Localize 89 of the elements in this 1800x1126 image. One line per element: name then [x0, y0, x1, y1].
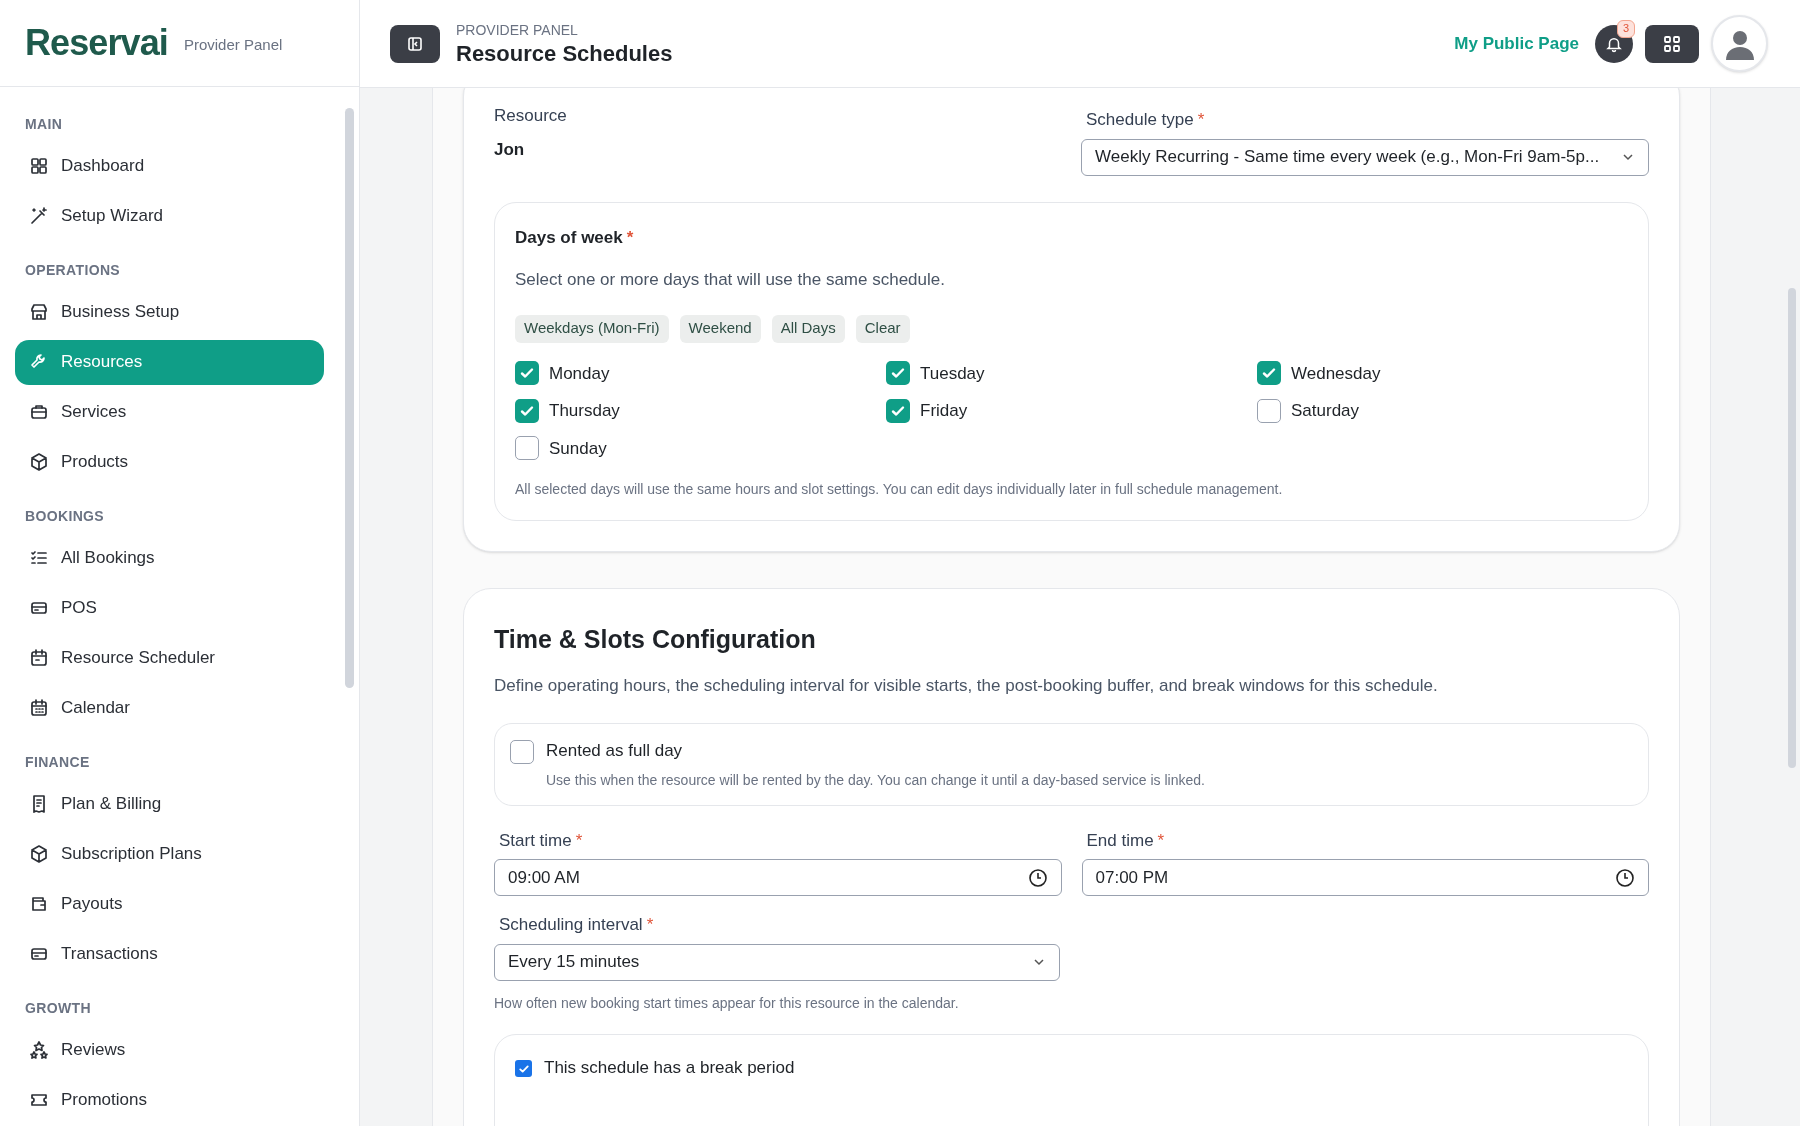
note: All selected days will use the same hours and slot settings. You can edit days individually later in full schedule management. — [515, 480, 1284, 499]
section-heading: OPERATIONS — [24, 261, 122, 280]
section-heading: GROWTH — [24, 999, 92, 1018]
section-heading: MAIN — [24, 115, 64, 134]
description: Select one or more days that will use the same schedule. — [515, 269, 946, 291]
avatar-button[interactable] — [1711, 15, 1768, 72]
page-title: Resource Schedules — [456, 39, 673, 68]
description: Define operating hours, the scheduling interval for visible starts, the post-booking buffer, and break windows for this schedule. — [494, 674, 1439, 697]
logo: Reservai — [25, 21, 168, 65]
card-title: Time & Slots Configuration — [494, 624, 817, 655]
required-mark: * — [626, 227, 634, 247]
sidebar-item[interactable]: Payouts — [15, 881, 324, 927]
box-icon — [29, 844, 49, 864]
checkbox[interactable] — [1257, 361, 1281, 386]
scrollbar[interactable] — [345, 108, 354, 688]
sidebar-item[interactable]: Business Setup — [15, 289, 324, 335]
calendar-icon — [29, 698, 49, 718]
grid-icon — [29, 156, 49, 176]
store-icon — [29, 302, 49, 322]
checkbox[interactable] — [510, 740, 534, 764]
checkbox[interactable] — [515, 436, 539, 461]
sidebar-item[interactable]: Services — [15, 389, 324, 435]
sidebar-item[interactable]: All Bookings — [15, 535, 324, 581]
apps-button[interactable] — [1645, 24, 1699, 63]
checkbox-label: Tuesday — [920, 362, 985, 385]
section-heading: FINANCE — [24, 753, 91, 772]
required-mark: * — [1197, 110, 1205, 129]
wand-icon — [29, 206, 49, 226]
required-mark: * — [646, 915, 654, 934]
start-time-field[interactable]: 09:00 AM — [494, 859, 1062, 896]
checkbox-label: Monday — [549, 362, 610, 385]
checkbox-label: Wednesday — [1291, 362, 1381, 385]
checkbox[interactable] — [886, 361, 910, 386]
sidebar-item[interactable]: Calendar — [15, 685, 324, 731]
stars-icon — [29, 1040, 49, 1060]
sidebar-item[interactable]: POS — [15, 585, 324, 631]
sidebar-toggle-button[interactable] — [390, 24, 440, 63]
hint: How often new booking start times appear for this resource in the calendar. — [494, 993, 960, 1013]
sidebar-item[interactable]: Products — [15, 439, 324, 485]
checkbox-label: Saturday — [1291, 400, 1360, 422]
field-label: Days of week — [515, 227, 623, 247]
grid-icon — [1663, 34, 1681, 53]
checkbox-label: Rented as full day — [546, 740, 684, 762]
preset-button[interactable]: All Days — [771, 314, 845, 343]
preset-button[interactable]: Weekend — [679, 314, 761, 343]
box-icon — [29, 452, 49, 472]
hint: Use this when the resource will be rented by the day. You can change it until a day-based service is linked. — [546, 770, 1205, 790]
checkbox[interactable] — [1257, 398, 1281, 423]
notification-badge: 3 — [1617, 19, 1635, 38]
briefcase-icon — [29, 402, 49, 422]
checkbox-label: This schedule has a break period — [544, 1056, 795, 1079]
clock-icon — [1615, 867, 1635, 888]
checkbox-label: Friday — [920, 400, 968, 422]
checkbox-label: Sunday — [549, 437, 607, 460]
clock-icon — [1027, 867, 1048, 888]
field-label: Scheduling interval — [499, 915, 643, 934]
checkbox[interactable] — [515, 1060, 532, 1077]
panel-icon — [407, 35, 423, 52]
resource-name: Jon — [494, 138, 526, 161]
sidebar-item[interactable]: Plan & Billing — [15, 781, 324, 827]
sidebar-item[interactable]: Subscription Plans — [15, 831, 324, 877]
sidebar-item[interactable]: Dashboard — [15, 143, 324, 189]
required-mark: * — [575, 830, 583, 850]
schedule-type-select[interactable]: Weekly Recurring - Same time every week (e.g., Mon-Fri 9am-5p... — [1081, 138, 1649, 176]
logo-subtitle: Provider Panel — [183, 34, 283, 55]
checkbox[interactable] — [886, 398, 910, 423]
sidebar-item[interactable]: Transactions — [15, 931, 324, 977]
sidebar-item[interactable]: Promotions — [15, 1077, 324, 1123]
breadcrumb: PROVIDER PANEL — [456, 20, 579, 40]
section-heading: BOOKINGS — [24, 507, 106, 526]
wallet-icon — [29, 894, 49, 914]
preset-button[interactable]: Clear — [855, 314, 910, 343]
sidebar-item[interactable]: Resource Scheduler — [15, 635, 324, 681]
field-label: End time — [1086, 830, 1154, 850]
field-label: Start time — [499, 830, 572, 850]
field-label: Schedule type — [1086, 110, 1194, 129]
preset-button[interactable]: Weekdays (Mon-Fri) — [515, 314, 669, 343]
checkbox-label: Thursday — [549, 400, 620, 422]
end-time-field[interactable]: 07:00 PM — [1081, 859, 1649, 896]
required-mark: * — [1157, 830, 1165, 850]
interval-select[interactable]: Every 15 minutes — [494, 943, 1060, 981]
calendar-icon — [29, 648, 49, 668]
scrollbar[interactable] — [1788, 288, 1796, 768]
checkbox[interactable] — [515, 398, 539, 423]
field-label: Resource — [494, 105, 568, 127]
sidebar-item[interactable]: Reviews — [15, 1027, 324, 1073]
checkbox[interactable] — [515, 361, 539, 386]
checkmark-icon — [517, 1062, 530, 1075]
sidebar-item[interactable]: Setup Wizard — [15, 193, 324, 239]
